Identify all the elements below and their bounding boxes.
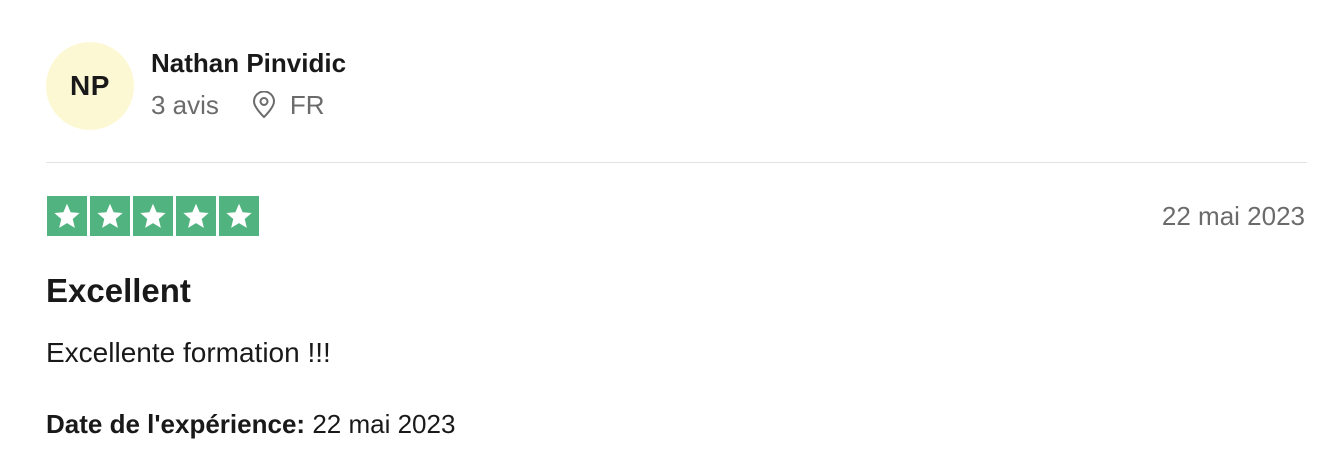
avatar[interactable]: NP	[46, 42, 134, 130]
star-icon	[133, 196, 173, 236]
review-card: NP Nathan Pinvidic 3 avis FR 22 mai 2023	[46, 0, 1307, 468]
experience-date-value: 22 mai 2023	[312, 409, 456, 439]
country-code: FR	[289, 90, 325, 120]
star-icon	[219, 196, 259, 236]
review-text: Excellente formation !!!	[46, 337, 331, 368]
location: FR	[251, 90, 325, 120]
review-count: 3 avis	[151, 90, 219, 120]
consumer-name[interactable]: Nathan Pinvidic	[151, 48, 346, 78]
star-rating	[47, 196, 259, 236]
review-title[interactable]: Excellent	[46, 272, 191, 310]
review-date: 22 mai 2023	[1161, 201, 1305, 231]
consumer-meta: 3 avis FR	[151, 90, 346, 120]
experience-date-label: Date de l'expérience:	[46, 409, 306, 439]
star-icon	[176, 196, 216, 236]
divider	[46, 162, 1307, 163]
location-pin-icon	[251, 90, 277, 119]
consumer-info[interactable]: NP Nathan Pinvidic 3 avis FR	[46, 42, 346, 132]
experience-date: Date de l'expérience: 22 mai 2023	[46, 409, 455, 439]
star-icon	[90, 196, 130, 236]
consumer-details: Nathan Pinvidic 3 avis FR	[151, 42, 346, 120]
star-icon	[47, 196, 87, 236]
